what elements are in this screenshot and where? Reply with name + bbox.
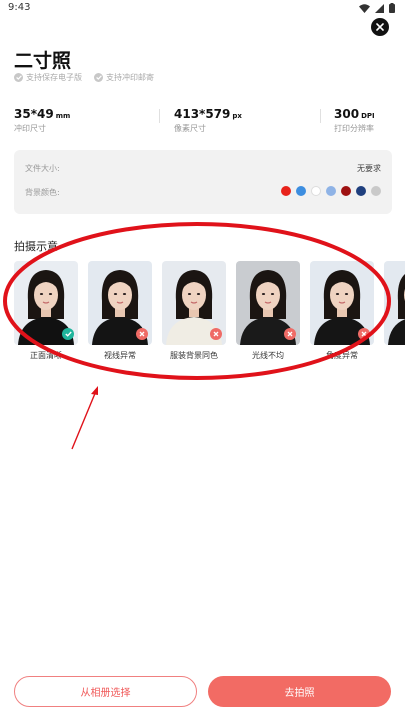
annotation-arrow-head [91, 386, 98, 395]
signal-icon [375, 3, 384, 13]
example-photo [88, 261, 152, 345]
spec-row: 35*49 mm 冲印尺寸 413*579 px 像素尺寸 300 DPI 打印分辨率 [14, 103, 392, 133]
file-size-label: 文件大小: [25, 164, 60, 173]
color-swatch[interactable] [356, 186, 366, 196]
feature-item: 支持保存电子版 [14, 72, 82, 83]
divider [320, 109, 321, 123]
feature-label: 支持冲印邮寄 [106, 73, 154, 82]
status-bar: 9:43 [0, 0, 405, 18]
battery-icon [389, 3, 395, 13]
example-photo-label: 错 [384, 350, 405, 361]
check-circle-icon [14, 73, 23, 82]
color-swatch[interactable] [296, 186, 306, 196]
example-photo [162, 261, 226, 345]
spec-label: 冲印尺寸 [14, 124, 46, 133]
example-photo-label: 视线异常 [104, 351, 136, 360]
example-photo [236, 261, 300, 345]
choose-from-album-button[interactable]: 从相册选择 [14, 676, 197, 707]
example-photo-list: 正面清晰 视线异常 服装背景同色 光线不均 角度异常 错 [14, 261, 405, 371]
divider [159, 109, 160, 123]
spec-label: 像素尺寸 [174, 124, 206, 133]
spec-pixel-size: 413*579 px 像素尺寸 [174, 103, 334, 133]
feature-label: 支持保存电子版 [26, 73, 82, 82]
color-swatch[interactable] [326, 186, 336, 196]
error-badge-icon [358, 328, 370, 340]
status-icons [359, 3, 395, 13]
take-photo-button[interactable]: 去拍照 [208, 676, 391, 707]
file-size-value: 无要求 [357, 164, 381, 173]
color-swatch[interactable] [341, 186, 351, 196]
check-badge-icon [62, 328, 74, 340]
feature-list: 支持保存电子版 支持冲印邮寄 [14, 72, 154, 83]
spec-unit: DPI [361, 112, 375, 120]
annotation-arrow-line [71, 390, 97, 450]
spec-print-size: 35*49 mm 冲印尺寸 [14, 103, 174, 133]
color-swatches [281, 186, 381, 196]
spec-value: 35*49 [14, 107, 54, 121]
color-swatch[interactable] [311, 186, 321, 196]
example-photo-item: 服装背景同色 [162, 261, 226, 361]
color-swatch[interactable] [281, 186, 291, 196]
example-photo [14, 261, 78, 345]
info-card: 文件大小: 无要求 背景颜色: [14, 150, 392, 214]
error-badge-icon [210, 328, 222, 340]
spec-unit: mm [55, 112, 71, 120]
error-badge-icon [136, 328, 148, 340]
page-title: 二寸照 [14, 50, 72, 72]
example-photo-label: 正面清晰 [30, 351, 62, 360]
close-icon [376, 23, 384, 31]
section-title: 拍摄示意 [14, 240, 58, 253]
example-photo [310, 261, 374, 345]
spec-resolution: 300 DPI 打印分辨率 [334, 103, 375, 133]
example-photo-item: 角度异常 [310, 261, 374, 361]
error-badge-icon [284, 328, 296, 340]
example-photo-label: 光线不均 [252, 351, 284, 360]
spec-unit: px [232, 112, 242, 120]
example-photo-label: 服装背景同色 [170, 351, 218, 360]
feature-item: 支持冲印邮寄 [94, 72, 154, 83]
spec-value: 300 [334, 107, 360, 121]
wifi-icon [359, 3, 370, 13]
check-circle-icon [94, 73, 103, 82]
example-photo-item: 正面清晰 [14, 261, 78, 361]
example-photo-item: 错 [384, 261, 405, 361]
example-photo-label: 角度异常 [326, 351, 358, 360]
status-time: 9:43 [8, 2, 31, 13]
spec-value: 413*579 [174, 107, 231, 121]
example-photo [384, 261, 405, 345]
example-photo-item: 视线异常 [88, 261, 152, 361]
background-color-label: 背景颜色: [25, 188, 60, 197]
close-button[interactable] [371, 18, 389, 36]
color-swatch[interactable] [371, 186, 381, 196]
spec-label: 打印分辨率 [334, 124, 374, 133]
example-photo-item: 光线不均 [236, 261, 300, 361]
